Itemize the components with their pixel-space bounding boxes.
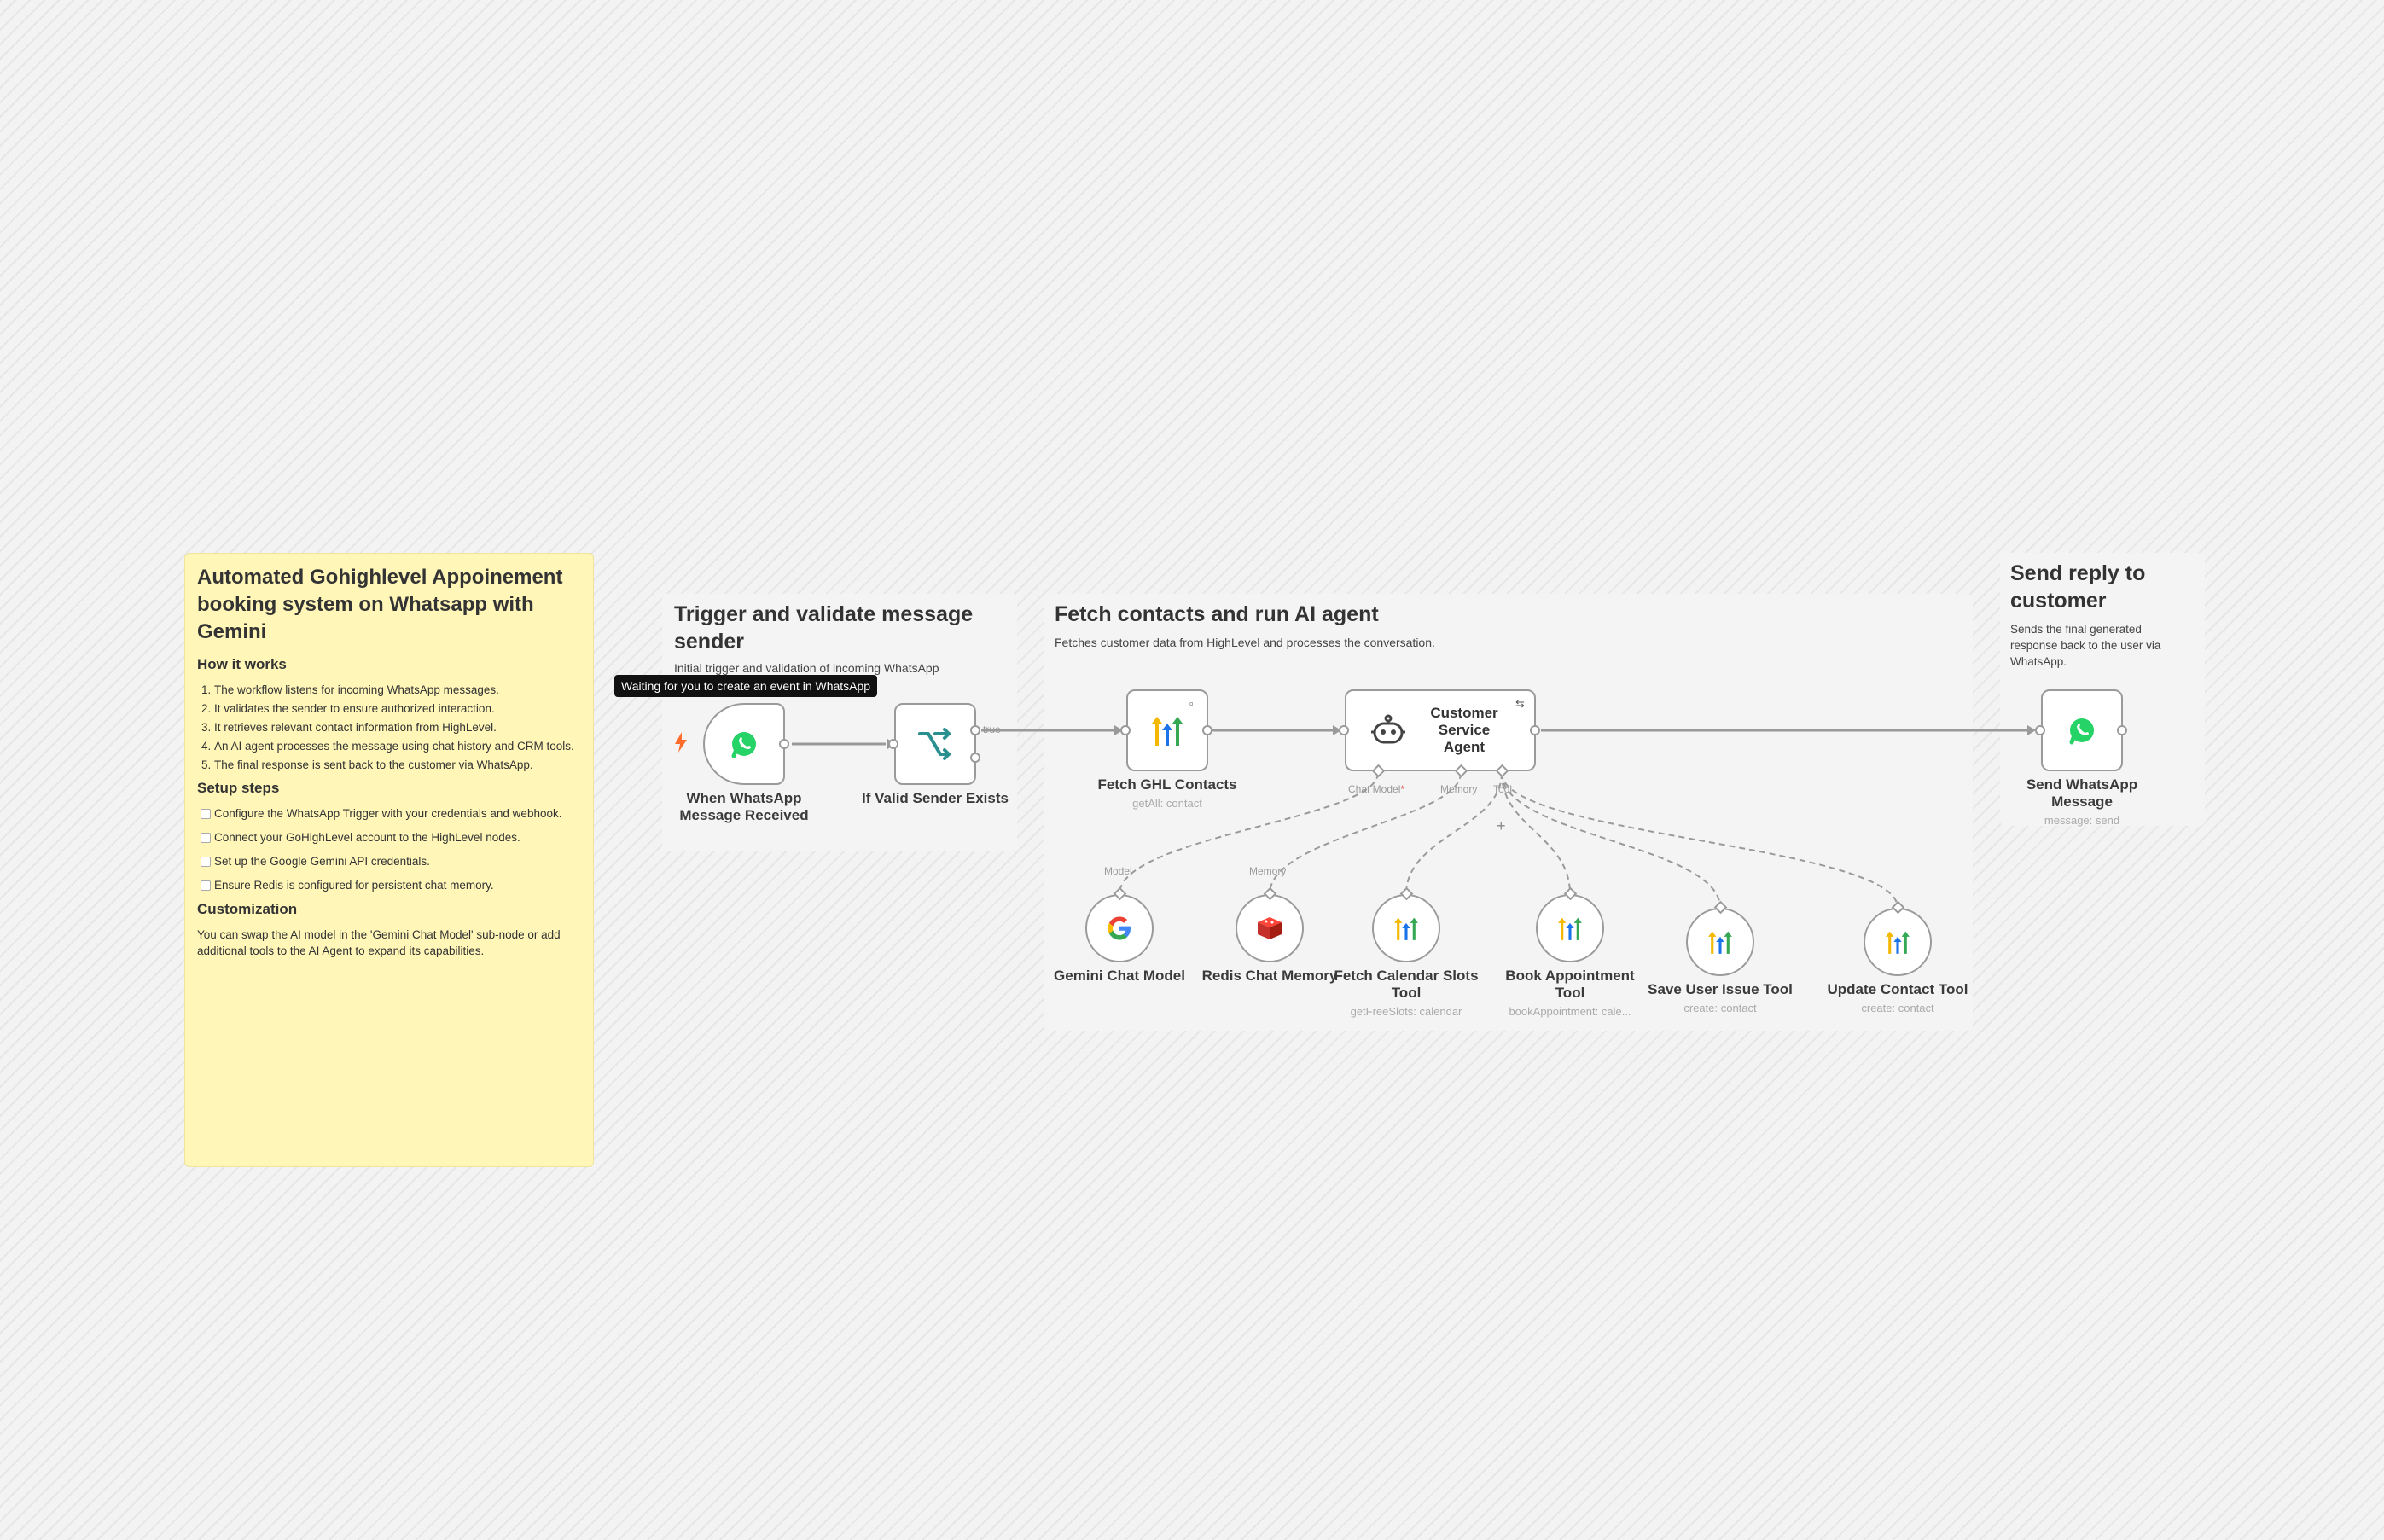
- model-port-label: Model: [1104, 865, 1132, 877]
- disable-toggle-icon[interactable]: ▫: [1189, 698, 1194, 709]
- node-fetch-ghl-contacts[interactable]: [1126, 689, 1208, 771]
- highlevel-icon: [1884, 927, 1911, 956]
- whatsapp-icon: [730, 729, 759, 758]
- output-port[interactable]: [1202, 725, 1212, 735]
- highlevel-icon: [1393, 914, 1420, 943]
- highlevel-icon: [1150, 712, 1184, 749]
- group-title: Fetch contacts and run AI agent: [1055, 602, 1379, 626]
- highlevel-icon: [1707, 927, 1734, 956]
- note-title: Automated Gohighlevel Appoinement bookin…: [197, 566, 563, 643]
- customization-text: You can swap the AI model in the 'Gemini…: [197, 928, 561, 957]
- trigger-tooltip: Waiting for you to create an event in Wh…: [614, 675, 878, 697]
- true-output-port[interactable]: [970, 725, 980, 735]
- node-label: Book Appointment Tool: [1505, 968, 1635, 1001]
- node-gemini-chat-model[interactable]: [1085, 894, 1154, 962]
- output-port[interactable]: [1530, 725, 1540, 735]
- node-label: Customer Service Agent: [1430, 705, 1498, 755]
- robot-icon: [1369, 713, 1407, 747]
- workflow-canvas[interactable]: Automated Gohighlevel Appoinement bookin…: [0, 0, 2384, 1540]
- checklist-item[interactable]: Ensure Redis is configured for persisten…: [197, 877, 581, 893]
- add-tool-button[interactable]: +: [1497, 817, 1506, 835]
- highlevel-icon: [1556, 914, 1584, 943]
- input-port[interactable]: [1339, 725, 1349, 735]
- google-icon: [1106, 915, 1133, 942]
- checkbox[interactable]: [201, 880, 211, 891]
- node-subtitle: create: contact: [1861, 1002, 1934, 1014]
- node-subtitle: getFreeSlots: calendar: [1350, 1005, 1462, 1018]
- output-port[interactable]: [2117, 725, 2127, 735]
- node-whatsapp-trigger[interactable]: [703, 703, 785, 785]
- node-label: If Valid Sender Exists: [862, 790, 1009, 806]
- list-item: The final response is sent back to the c…: [214, 757, 581, 773]
- list-item: It validates the sender to ensure author…: [214, 700, 581, 717]
- chat-model-port-label: Chat Model*: [1348, 783, 1405, 795]
- list-item: An AI agent processes the message using …: [214, 738, 581, 754]
- output-port[interactable]: [779, 739, 789, 749]
- node-save-user-issue[interactable]: [1686, 908, 1754, 976]
- true-label: true: [983, 724, 1001, 735]
- memory-port-label: Memory: [1440, 783, 1478, 795]
- node-send-whatsapp[interactable]: [2041, 689, 2123, 771]
- checkbox[interactable]: [201, 833, 211, 843]
- checkbox[interactable]: [201, 809, 211, 819]
- node-redis-chat-memory[interactable]: [1236, 894, 1304, 962]
- trigger-bolt-icon: [674, 732, 688, 757]
- node-label: Fetch Calendar Slots Tool: [1334, 968, 1479, 1001]
- group-subtitle: Sends the final generated response back …: [2010, 623, 2161, 668]
- node-subtitle: create: contact: [1683, 1002, 1757, 1014]
- redis-icon: [1256, 915, 1283, 941]
- node-label: Send WhatsApp Message: [2026, 776, 2138, 810]
- overview-sticky-note[interactable]: Automated Gohighlevel Appoinement bookin…: [184, 553, 594, 1167]
- node-subtitle: getAll: contact: [1132, 797, 1202, 810]
- node-label: When WhatsApp Message Received: [679, 790, 809, 823]
- list-item: The workflow listens for incoming WhatsA…: [214, 682, 581, 698]
- node-subtitle: bookAppointment: cale...: [1509, 1005, 1631, 1018]
- group-fetch-agent[interactable]: Fetch contacts and run AI agent Fetches …: [1044, 594, 1973, 1031]
- node-subtitle: message: send: [2044, 814, 2120, 827]
- input-port[interactable]: [888, 739, 898, 749]
- node-label: Gemini Chat Model: [1054, 968, 1185, 984]
- checklist-item[interactable]: Set up the Google Gemini API credentials…: [197, 853, 581, 869]
- node-customer-service-agent[interactable]: Customer Service Agent: [1345, 689, 1536, 771]
- node-book-appointment[interactable]: [1536, 894, 1604, 962]
- node-label: Save User Issue Tool: [1648, 981, 1793, 997]
- tool-port-label: Tool: [1493, 783, 1513, 795]
- list-item: It retrieves relevant contact informatio…: [214, 719, 581, 735]
- node-label: Fetch GHL Contacts: [1097, 776, 1237, 793]
- input-port[interactable]: [2035, 725, 2045, 735]
- node-label: Update Contact Tool: [1827, 981, 1968, 997]
- how-it-works-list: The workflow listens for incoming WhatsA…: [197, 682, 581, 773]
- refresh-icon[interactable]: ⇆: [1515, 698, 1525, 709]
- branch-icon: [916, 727, 954, 761]
- group-title: Trigger and validate message sender: [674, 602, 974, 654]
- node-if-valid-sender[interactable]: [894, 703, 976, 785]
- setup-steps-heading: Setup steps: [197, 780, 280, 796]
- whatsapp-icon: [2067, 716, 2096, 745]
- group-title: Send reply to customer: [2010, 561, 2146, 613]
- checkbox[interactable]: [201, 857, 211, 867]
- checklist-item[interactable]: Connect your GoHighLevel account to the …: [197, 829, 581, 846]
- node-fetch-calendar-slots[interactable]: [1372, 894, 1440, 962]
- group-subtitle: Fetches customer data from HighLevel and…: [1055, 636, 1435, 649]
- input-port[interactable]: [1120, 725, 1131, 735]
- node-update-contact[interactable]: [1864, 908, 1932, 976]
- false-output-port[interactable]: [970, 753, 980, 763]
- memory-port-label: Memory: [1249, 865, 1287, 877]
- customization-heading: Customization: [197, 901, 298, 917]
- checklist-item[interactable]: Configure the WhatsApp Trigger with your…: [197, 805, 581, 822]
- setup-steps-list: Configure the WhatsApp Trigger with your…: [197, 805, 581, 893]
- how-it-works-heading: How it works: [197, 656, 287, 672]
